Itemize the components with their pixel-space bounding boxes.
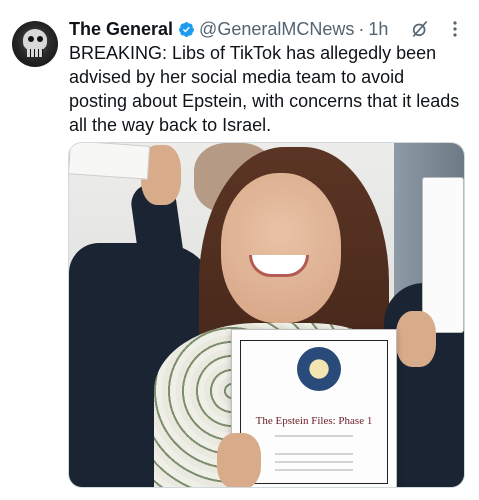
skull-jaw — [27, 49, 43, 57]
skull-icon — [23, 29, 47, 51]
author-handle[interactable]: @GeneralMCNews — [199, 19, 354, 40]
tweet-photo[interactable]: The Epstein Files: Phase 1 — [68, 142, 465, 488]
document-line — [275, 469, 353, 471]
photo-hand-on-document — [217, 433, 261, 487]
author-avatar[interactable] — [12, 21, 58, 67]
more-options-icon[interactable] — [445, 19, 465, 39]
author-name[interactable]: The General — [69, 19, 173, 40]
doj-seal-icon — [297, 347, 341, 391]
skull-eye-right — [37, 36, 43, 42]
photo-right-hand — [396, 311, 436, 367]
tweet-text: BREAKING: Libs of TikTok has allegedly b… — [69, 43, 460, 135]
document-title: The Epstein Files: Phase 1 — [255, 415, 373, 427]
separator-dot: · — [358, 18, 365, 39]
photo-paper-top — [69, 143, 151, 180]
timestamp[interactable]: 1h — [368, 19, 388, 40]
verified-badge-icon — [179, 21, 194, 37]
grok-icon[interactable] — [410, 19, 430, 39]
document-line — [275, 435, 353, 437]
photo-woman-face — [221, 173, 341, 323]
document-line — [275, 461, 353, 463]
document-line — [275, 453, 353, 455]
skull-eye-left — [28, 36, 34, 42]
document-border: The Epstein Files: Phase 1 — [240, 340, 388, 484]
photo-binder-right — [422, 177, 464, 333]
tweet-header: The General @GeneralMCNews · 1h — [69, 17, 465, 41]
